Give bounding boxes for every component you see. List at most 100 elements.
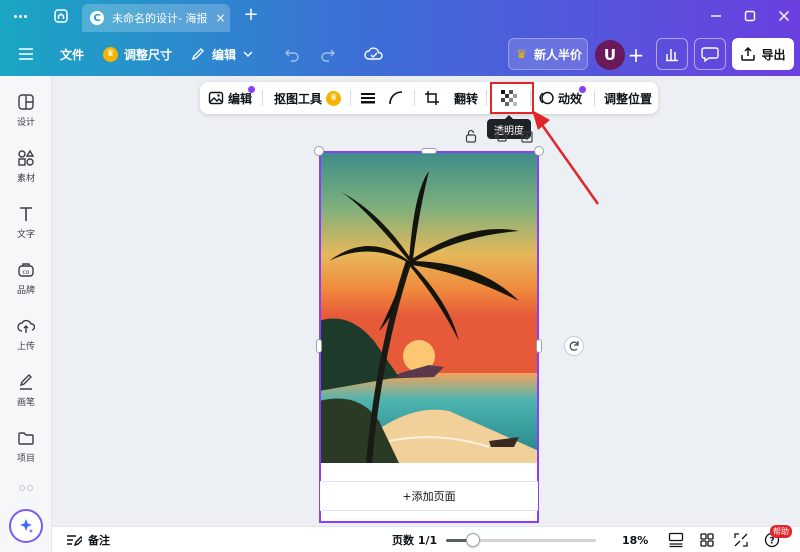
undo-icon[interactable] [284, 32, 300, 76]
insights-icon[interactable] [656, 38, 688, 70]
corner-rounding-button[interactable] [388, 82, 404, 114]
avatar[interactable]: U [595, 40, 625, 70]
crown-icon: ♛ [516, 47, 527, 61]
thumbnails-grid-icon[interactable] [700, 527, 714, 552]
canva-logo-icon: C [90, 11, 104, 25]
fullscreen-icon[interactable] [734, 527, 748, 552]
add-page-button[interactable]: +添加页面 [320, 481, 538, 511]
sidebar-item-label: 画笔 [16, 397, 35, 408]
edit-mode-label: 编辑 [212, 47, 237, 62]
add-collaborator-button[interactable]: + [624, 42, 648, 68]
zoom-level[interactable]: 18% [622, 527, 648, 552]
sidebar-item-text[interactable]: 文字 [0, 196, 52, 248]
flip-label: 翻转 [454, 91, 479, 106]
border-lines-icon [361, 93, 375, 104]
design-tab[interactable]: C 未命名的设计- 海报 × [82, 4, 230, 32]
svg-text:?: ? [769, 537, 774, 547]
svg-text:co: co [23, 269, 30, 276]
upload-icon [17, 319, 35, 333]
new-feature-dot [579, 86, 586, 93]
bg-remover-label: 抠图工具 [274, 91, 323, 106]
toolbar-divider [262, 90, 263, 106]
resize-handle-right[interactable] [536, 339, 542, 353]
promo-button[interactable]: ♛ 新人半价 [508, 38, 588, 70]
grid-view-icon[interactable] [668, 527, 684, 552]
toolbar-divider [350, 90, 351, 106]
title-bar: C 未命名的设计- 海报 × + [0, 0, 800, 32]
editor-header: 文件 ♛ 调整尺寸 编辑 ♛ 新人半价 U + 导出 [0, 32, 800, 76]
sidebar-item-label: 设计 [16, 117, 35, 128]
sidebar-more-indicator [0, 476, 52, 500]
edit-mode-button[interactable]: 编辑 [190, 32, 254, 76]
sidebar-item-upload[interactable]: 上传 [0, 308, 52, 360]
tropical-sunset-illustration [319, 151, 539, 463]
palm-beach-image[interactable] [319, 151, 539, 463]
export-button[interactable]: 导出 [732, 38, 794, 70]
crop-icon [425, 91, 439, 105]
sidebar-item-elements[interactable]: 素材 [0, 140, 52, 192]
resize-handle-left[interactable] [316, 339, 322, 353]
comment-icon[interactable] [694, 38, 726, 70]
elements-icon [18, 149, 35, 166]
resize-handle-tl[interactable] [314, 146, 324, 156]
rotate-icon[interactable] [564, 336, 584, 356]
redo-icon[interactable] [320, 32, 336, 76]
minimize-icon[interactable] [704, 6, 728, 26]
duplicate-icon[interactable] [492, 127, 510, 145]
bottom-bar: 备注 页数 1/1 18% ? [52, 526, 800, 552]
sidebar-item-draw[interactable]: 画笔 [0, 364, 52, 416]
image-icon [208, 91, 224, 105]
edit-image-button[interactable]: 编辑 [208, 82, 252, 114]
new-feature-dot [248, 86, 255, 93]
resize-handle-top[interactable] [421, 148, 437, 154]
sparkle-icon [20, 519, 33, 533]
more-dots-icon [19, 485, 33, 491]
magic-assistant-button[interactable] [9, 509, 43, 543]
sidebar-item-design[interactable]: 设计 [0, 84, 52, 136]
sidebar-item-label: 素材 [16, 173, 35, 184]
maximize-icon[interactable] [738, 6, 762, 26]
upload-arrow-icon [741, 46, 756, 61]
position-button[interactable]: 调整位置 [604, 82, 652, 114]
resize-handle-tr[interactable] [534, 146, 544, 156]
crown-icon: ♛ [103, 46, 118, 62]
cloud-saved-icon[interactable] [364, 32, 384, 76]
sidebar-item-brand[interactable]: co 品牌 [0, 252, 52, 304]
flip-button[interactable]: 翻转 [454, 82, 478, 114]
sidebar-item-label: 文字 [16, 229, 35, 240]
draw-icon [19, 373, 32, 390]
notes-icon [67, 535, 82, 547]
lock-icon[interactable] [462, 127, 480, 145]
border-style-button[interactable] [360, 82, 376, 114]
tab-close-icon[interactable]: × [215, 11, 225, 25]
hamburger-menu-icon[interactable] [18, 32, 34, 76]
zoom-slider[interactable] [446, 533, 596, 547]
folder-icon [18, 431, 34, 445]
sidebar-item-label: 上传 [16, 341, 35, 352]
promo-label: 新人半价 [533, 47, 582, 62]
window-close-icon[interactable] [772, 6, 796, 26]
crop-button[interactable] [424, 82, 440, 114]
notes-button[interactable]: 备注 [66, 527, 110, 552]
page-count-button[interactable]: 页数 1/1 [392, 527, 437, 552]
file-label: 文件 [60, 47, 85, 62]
add-page-icon[interactable] [518, 127, 536, 145]
left-sidebar: 设计 素材 文字 co 品牌 上传 画笔 项目 [0, 76, 52, 552]
toolbar-divider [414, 90, 415, 106]
poster-page[interactable] [319, 151, 539, 523]
menu-dots-icon[interactable] [8, 6, 32, 26]
pencil-icon [191, 48, 204, 61]
layout-icon [18, 93, 34, 110]
zoom-slider-knob[interactable] [466, 533, 480, 547]
resize-button[interactable]: ♛ 调整尺寸 [103, 32, 172, 76]
help-badge[interactable]: 帮助 [770, 525, 792, 538]
export-label: 导出 [761, 47, 786, 62]
sidebar-item-projects[interactable]: 项目 [0, 420, 52, 472]
zoom-label: 18% [622, 533, 649, 547]
position-label: 调整位置 [604, 91, 653, 106]
sidebar-item-label: 品牌 [16, 285, 35, 296]
new-tab-button[interactable]: + [240, 5, 262, 27]
file-menu-button[interactable]: 文件 [60, 32, 84, 76]
bg-remover-button[interactable]: 抠图工具 ♛ [274, 82, 342, 114]
home-icon[interactable] [50, 6, 72, 26]
